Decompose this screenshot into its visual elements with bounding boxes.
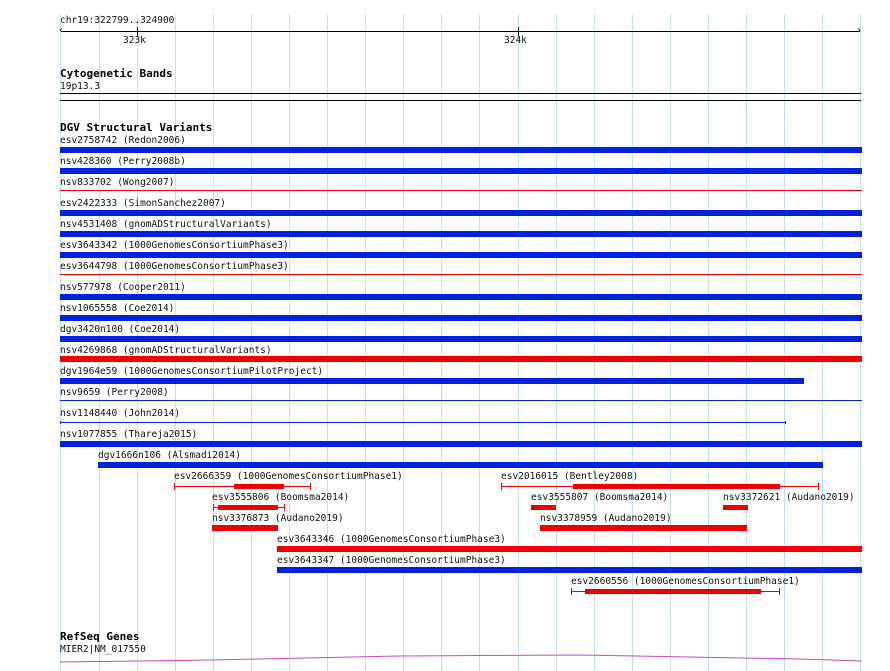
- refseq-track-title[interactable]: RefSeq Genes: [60, 631, 139, 643]
- dgv-feature-bar[interactable]: [218, 505, 278, 510]
- dgv-feature-bar[interactable]: [60, 231, 862, 237]
- dgv-feature-bar[interactable]: [60, 356, 862, 362]
- dgv-feature-bar[interactable]: [60, 210, 862, 216]
- dgv-feature-label[interactable]: nsv833702 (Wong2007): [60, 177, 174, 188]
- dgv-feature-bar[interactable]: [60, 168, 862, 174]
- grid-line: [251, 14, 252, 671]
- dgv-feature-label[interactable]: esv3643346 (1000GenomesConsortiumPhase3): [277, 534, 506, 545]
- dgv-feature-label[interactable]: nsv577978 (Cooper2011): [60, 282, 186, 293]
- dgv-feature-bar[interactable]: [60, 274, 862, 275]
- track-separator: [60, 100, 861, 101]
- ruler-line: [61, 31, 860, 32]
- dgv-feature-bar[interactable]: [573, 484, 780, 489]
- dgv-feature-bar[interactable]: [60, 441, 862, 447]
- dgv-feature-label[interactable]: esv2660556 (1000GenomesConsortiumPhase1): [571, 576, 800, 587]
- dgv-feature-label[interactable]: nsv1077855 (Thareja2015): [60, 429, 197, 440]
- grid-line: [213, 14, 214, 671]
- dgv-feature-label[interactable]: esv2016015 (Bentley2008): [501, 471, 638, 482]
- dgv-feature-label[interactable]: esv3555807 (Boomsma2014): [531, 492, 668, 503]
- grid-line: [60, 14, 61, 671]
- ruler-tick-label: 324k: [504, 35, 527, 46]
- dgv-feature-bar[interactable]: [60, 190, 862, 191]
- dgv-feature-bar[interactable]: [60, 294, 862, 300]
- dgv-feature-whisker-cap: [213, 504, 214, 511]
- dgv-feature-whisker-cap: [174, 483, 175, 490]
- dgv-feature-bar[interactable]: [60, 336, 862, 342]
- dgv-feature-label[interactable]: dgv1666n106 (Alsmadi2014): [98, 450, 241, 461]
- dgv-feature-label[interactable]: esv2666359 (1000GenomesConsortiumPhase1): [174, 471, 403, 482]
- dgv-feature-bar[interactable]: [723, 505, 748, 510]
- dgv-feature-bar[interactable]: [531, 505, 556, 510]
- dgv-feature-label[interactable]: esv3555806 (Boomsma2014): [212, 492, 349, 503]
- dgv-feature-bar[interactable]: [60, 147, 862, 153]
- dgv-feature-whisker-cap: [284, 504, 285, 511]
- dgv-feature-bar[interactable]: [60, 378, 804, 384]
- dgv-feature-label[interactable]: nsv3376873 (Audano2019): [212, 513, 344, 524]
- dgv-feature-bar[interactable]: [60, 315, 862, 321]
- dgv-feature-bar[interactable]: [60, 422, 785, 423]
- refseq-gene-glyph[interactable]: [60, 652, 862, 664]
- ruler-right-arrow-icon[interactable]: ›: [856, 26, 862, 36]
- ruler-tick-label: 323k: [123, 35, 146, 46]
- dgv-feature-whisker-cap: [501, 483, 502, 490]
- dgv-feature-whisker-cap: [779, 588, 780, 595]
- dgv-feature-label[interactable]: esv3644798 (1000GenomesConsortiumPhase3): [60, 261, 289, 272]
- dgv-feature-label[interactable]: nsv428360 (Perry2008b): [60, 156, 186, 167]
- dgv-feature-bar[interactable]: [212, 525, 278, 531]
- dgv-feature-label[interactable]: nsv1148440 (John2014): [60, 408, 180, 419]
- dgv-feature-label[interactable]: nsv4531408 (gnomADStructuralVariants): [60, 219, 272, 230]
- dgv-feature-label[interactable]: nsv9659 (Perry2008): [60, 387, 169, 398]
- dgv-feature-label[interactable]: nsv1065558 (Coe2014): [60, 303, 174, 314]
- dgv-feature-bar[interactable]: [585, 589, 761, 594]
- grid-line: [99, 14, 100, 671]
- dgv-feature-label[interactable]: nsv3372621 (Audano2019): [723, 492, 855, 503]
- dgv-feature-bar[interactable]: [60, 252, 862, 258]
- cytoband-track-title[interactable]: Cytogenetic Bands: [60, 68, 173, 80]
- ruler-left-arrow-icon[interactable]: ‹: [58, 26, 64, 36]
- genome-browser-canvas: chr19:322799..324900 ‹ › 323k 324k Cytog…: [0, 0, 890, 671]
- dgv-feature-whisker-cap: [310, 483, 311, 490]
- cytoband-label: 19p13.3: [60, 81, 101, 92]
- dgv-track-title[interactable]: DGV Structural Variants: [60, 122, 212, 134]
- cytoband-bar[interactable]: [60, 93, 861, 94]
- dgv-feature-bar[interactable]: [234, 484, 284, 489]
- dgv-feature-label[interactable]: dgv3420n100 (Coe2014): [60, 324, 180, 335]
- dgv-feature-bar[interactable]: [60, 400, 862, 401]
- dgv-feature-whisker-cap: [785, 421, 786, 424]
- dgv-feature-label[interactable]: esv2422333 (SimonSanchez2007): [60, 198, 226, 209]
- dgv-feature-label[interactable]: dgv1964e59 (1000GenomesConsortiumPilotPr…: [60, 366, 323, 377]
- dgv-feature-label[interactable]: esv2758742 (Redon2006): [60, 135, 186, 146]
- grid-line: [175, 14, 176, 671]
- dgv-feature-label[interactable]: nsv4269868 (gnomADStructuralVariants): [60, 345, 272, 356]
- dgv-feature-label[interactable]: esv3643342 (1000GenomesConsortiumPhase3): [60, 240, 289, 251]
- dgv-feature-whisker-cap: [571, 588, 572, 595]
- dgv-feature-whisker-cap: [818, 483, 819, 490]
- coordinates-label: chr19:322799..324900: [60, 15, 175, 26]
- dgv-feature-label[interactable]: nsv3378959 (Audano2019): [540, 513, 672, 524]
- dgv-feature-bar[interactable]: [540, 525, 747, 531]
- dgv-feature-label[interactable]: esv3643347 (1000GenomesConsortiumPhase3): [277, 555, 506, 566]
- dgv-feature-bar[interactable]: [277, 567, 862, 573]
- grid-line: [137, 14, 138, 671]
- dgv-feature-bar[interactable]: [98, 462, 823, 468]
- dgv-feature-bar[interactable]: [277, 546, 862, 552]
